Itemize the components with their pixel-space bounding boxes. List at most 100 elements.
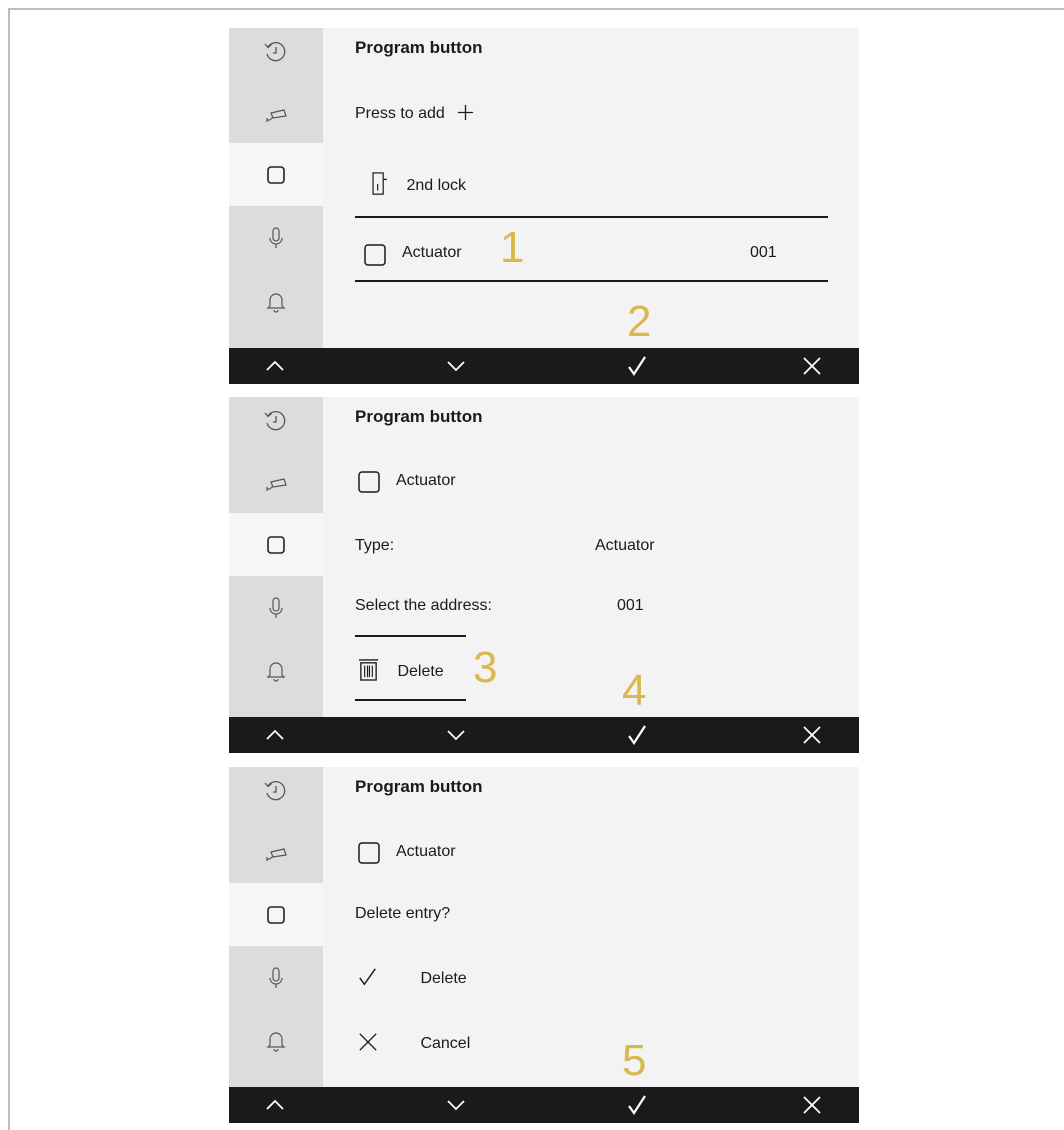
- sidebar-item-button[interactable]: [229, 883, 323, 946]
- sidebar-item-camera[interactable]: [229, 822, 323, 885]
- step-number: 2: [627, 297, 652, 346]
- sidebar-item-camera[interactable]: [229, 83, 323, 146]
- bottom-navigation-bar: [229, 1087, 859, 1123]
- page-title: Program button: [355, 777, 483, 796]
- cancel-option[interactable]: Cancel: [358, 1032, 470, 1053]
- sidebar-item-button[interactable]: [229, 513, 323, 576]
- divider: [355, 699, 466, 701]
- button-icon: [267, 905, 285, 924]
- close-icon: [803, 726, 821, 744]
- camera-icon: [266, 847, 287, 861]
- frame-border-top: [8, 8, 1064, 10]
- page-title: Program button: [355, 407, 483, 426]
- microphone-icon: [269, 966, 283, 988]
- delete-label: Delete: [397, 663, 444, 680]
- button-icon: [267, 165, 285, 184]
- checkbox-icon: [364, 244, 386, 266]
- close-icon: [803, 1096, 821, 1114]
- close-button[interactable]: [782, 717, 842, 753]
- actuator-label: Actuator: [396, 472, 456, 489]
- screen-program-button-list: Program button Press to add 2nd lock Act…: [229, 28, 859, 384]
- bell-icon: [266, 661, 286, 682]
- microphone-icon: [269, 596, 283, 618]
- screen-program-button-edit: Program button Actuator Type: Actuator S…: [229, 397, 859, 753]
- check-icon: [628, 1095, 646, 1115]
- camera-icon: [266, 108, 287, 122]
- address-label: Select the address:: [355, 597, 492, 614]
- cancel-label: Cancel: [420, 1035, 471, 1052]
- up-button[interactable]: [245, 1087, 305, 1123]
- screen-delete-confirmation: Program button Actuator Delete entry? De…: [229, 767, 859, 1123]
- close-button[interactable]: [782, 1087, 842, 1123]
- actuator-label[interactable]: Actuator: [402, 244, 462, 262]
- close-button[interactable]: [782, 348, 842, 384]
- sidebar-item-history[interactable]: [229, 397, 323, 452]
- chevron-up-icon: [266, 1099, 284, 1110]
- bell-icon: [266, 292, 286, 313]
- chevron-up-icon: [266, 360, 284, 371]
- frame-border-left: [8, 8, 10, 1130]
- microphone-icon: [269, 226, 283, 248]
- confirm-button[interactable]: [607, 717, 667, 753]
- chevron-up-icon: [266, 729, 284, 740]
- sidebar-item-microphone[interactable]: [229, 576, 323, 639]
- check-icon: [628, 356, 646, 376]
- sidebar-item-microphone[interactable]: [229, 206, 323, 269]
- down-button[interactable]: [426, 717, 486, 753]
- sidebar-item-bell[interactable]: [229, 1008, 323, 1071]
- close-icon: [803, 357, 821, 375]
- bottom-navigation-bar: [229, 348, 859, 384]
- delete-button[interactable]: Delete: [358, 657, 444, 682]
- step-number: 1: [500, 223, 525, 272]
- up-button[interactable]: [245, 717, 305, 753]
- step-number: 4: [622, 666, 647, 715]
- sidebar-item-button[interactable]: [229, 143, 323, 206]
- sidebar-item-history[interactable]: [229, 28, 323, 83]
- divider: [355, 216, 828, 218]
- confirm-button[interactable]: [607, 348, 667, 384]
- delete-label: Delete: [420, 970, 467, 987]
- camera-icon: [266, 477, 287, 491]
- sidebar-item-microphone[interactable]: [229, 946, 323, 1009]
- down-button[interactable]: [426, 348, 486, 384]
- step-number: 5: [622, 1036, 647, 1085]
- sidebar-item-bell[interactable]: [229, 269, 323, 332]
- press-to-add-label: Press to add: [355, 105, 445, 122]
- type-label: Type:: [355, 537, 395, 554]
- sidebar: [229, 397, 323, 717]
- history-icon: [264, 410, 286, 430]
- checkbox-icon: [358, 842, 380, 864]
- sidebar-item-history[interactable]: [229, 767, 323, 822]
- divider: [355, 635, 466, 637]
- sidebar: [229, 767, 323, 1087]
- lock-icon: [372, 172, 387, 195]
- history-icon: [264, 41, 286, 61]
- lock-label: 2nd lock: [406, 177, 467, 194]
- confirm-button[interactable]: [607, 1087, 667, 1123]
- chevron-down-icon: [447, 1100, 465, 1111]
- down-button[interactable]: [426, 1087, 486, 1123]
- sidebar-item-bell[interactable]: [229, 638, 323, 701]
- sidebar-item-camera[interactable]: [229, 452, 323, 515]
- confirm-delete-option[interactable]: Delete: [358, 967, 467, 988]
- history-icon: [264, 780, 286, 800]
- page-title: Program button: [355, 38, 483, 57]
- plus-icon: [458, 104, 474, 121]
- delete-entry-question: Delete entry?: [355, 905, 451, 922]
- check-icon: [628, 725, 646, 745]
- trash-icon: [358, 659, 379, 681]
- step-number: 3: [473, 643, 498, 692]
- chevron-down-icon: [447, 730, 465, 741]
- list-item-2nd-lock[interactable]: 2nd lock: [371, 172, 466, 196]
- chevron-down-icon: [447, 361, 465, 372]
- press-to-add-button[interactable]: Press to add: [355, 104, 474, 123]
- close-icon: [359, 1033, 377, 1051]
- actuator-label: Actuator: [396, 843, 456, 860]
- type-value[interactable]: Actuator: [595, 537, 655, 555]
- check-icon: [359, 968, 376, 986]
- actuator-address: 001: [750, 244, 777, 261]
- address-value[interactable]: 001: [617, 597, 644, 615]
- bell-icon: [266, 1031, 286, 1052]
- divider: [355, 280, 828, 282]
- up-button[interactable]: [245, 348, 305, 384]
